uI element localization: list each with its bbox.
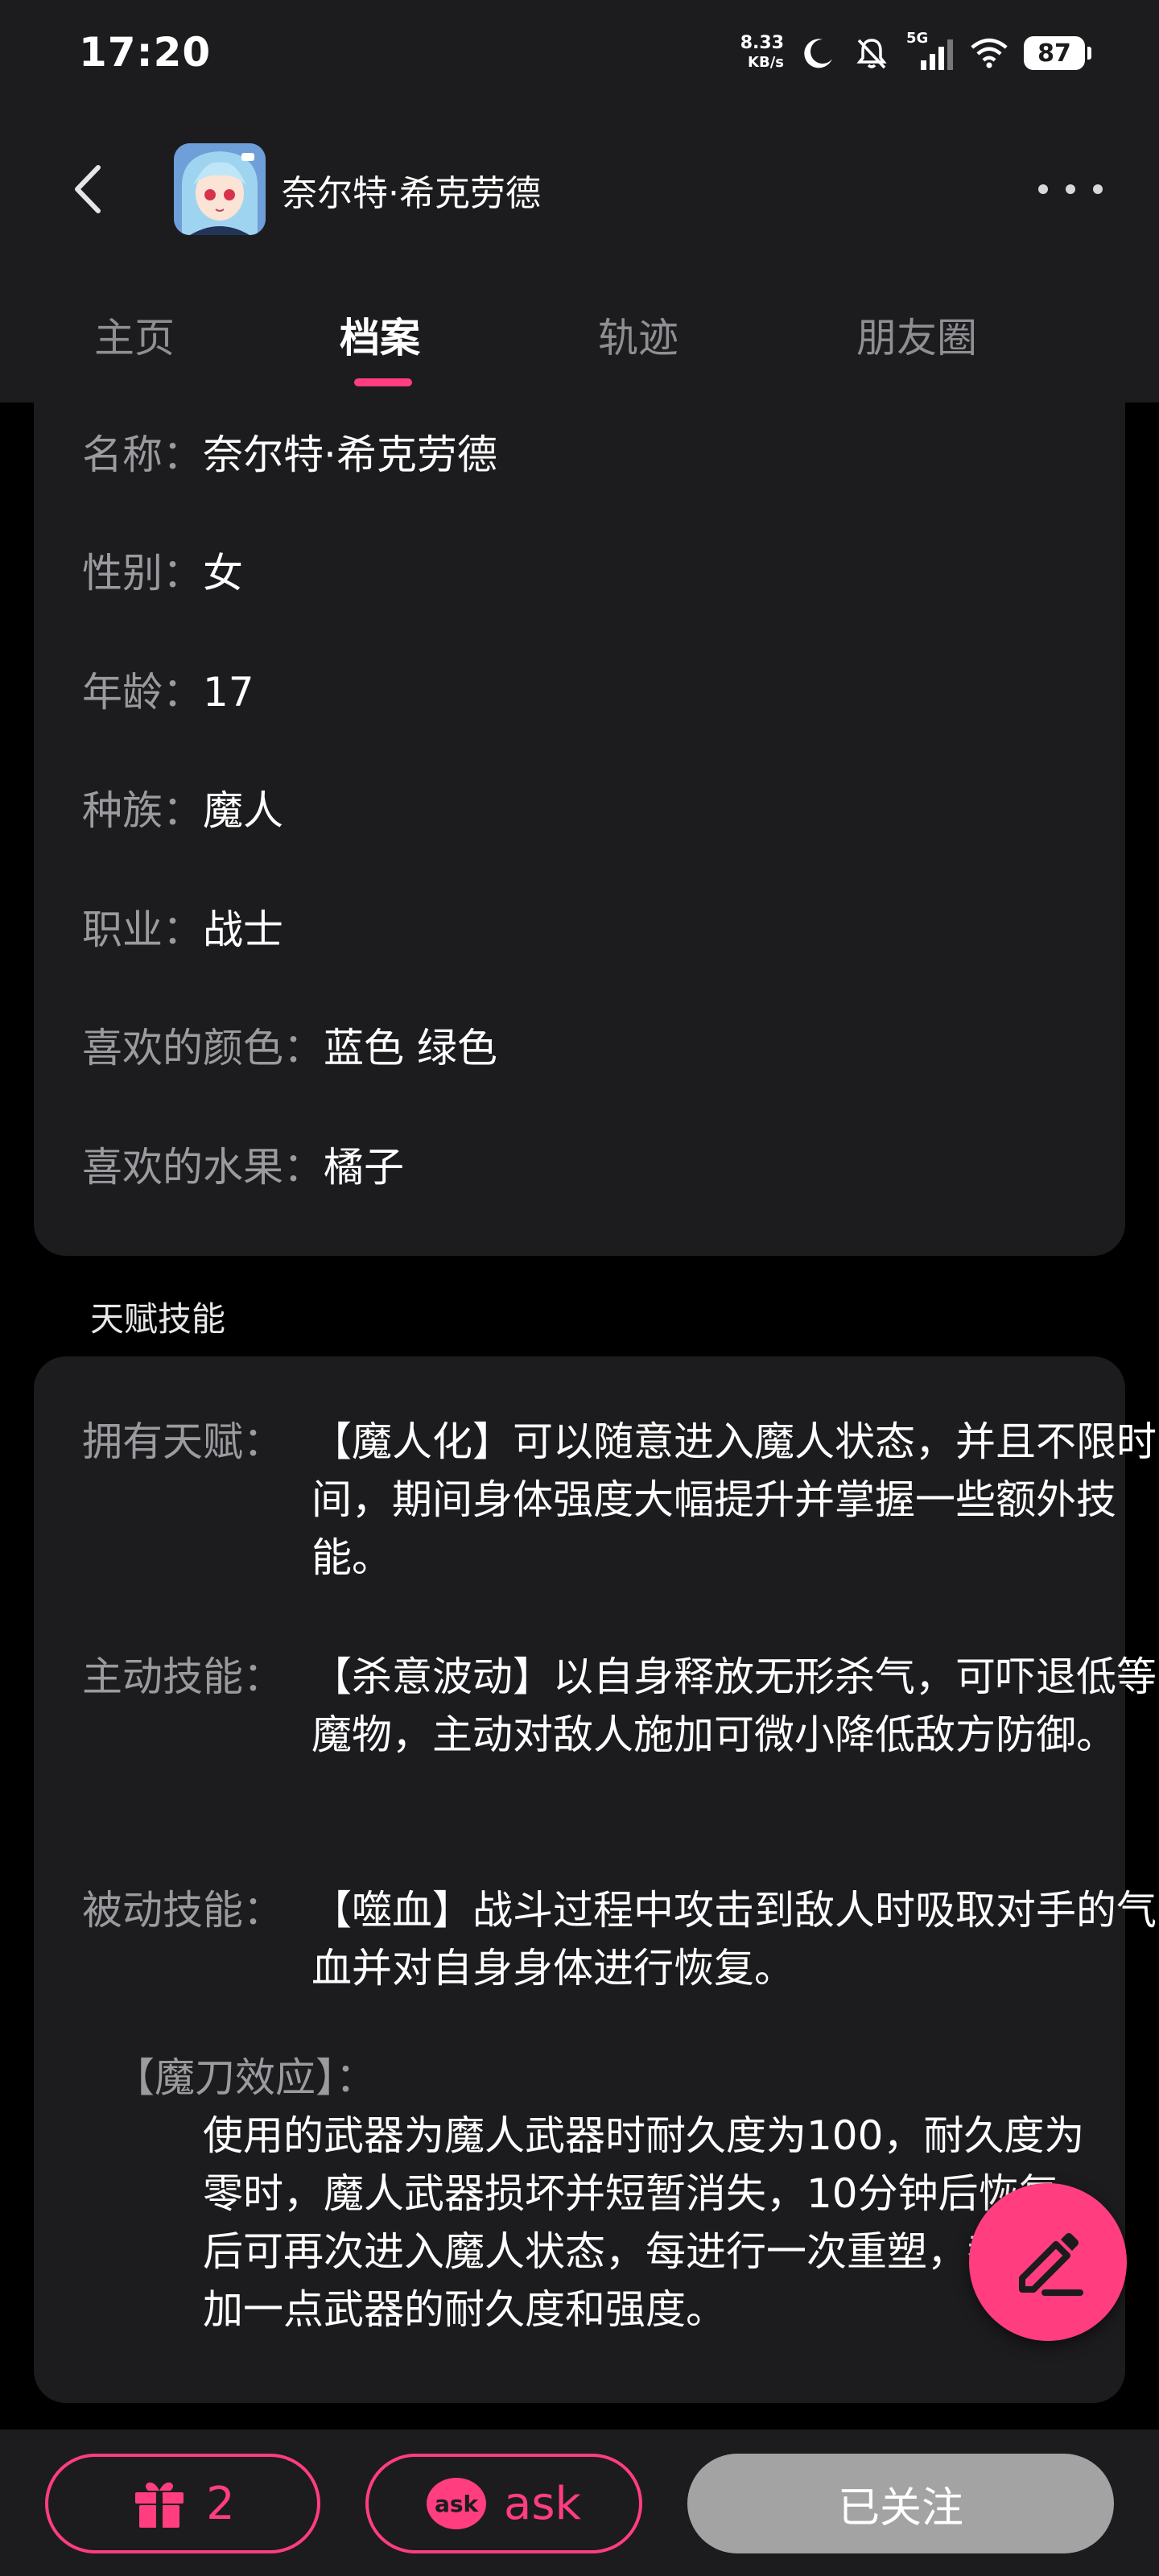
profile-row-fruit: 喜欢的水果：橘子	[82, 1144, 404, 1191]
speed-value: 8.33	[740, 33, 784, 53]
section-title-talents: 天赋技能	[90, 1299, 226, 1339]
back-icon	[75, 165, 101, 213]
profile-row-color: 喜欢的颜色：蓝色 绿色	[82, 1025, 497, 1071]
more-button[interactable]	[1038, 165, 1103, 213]
mute-bell-icon	[853, 35, 890, 72]
bottom-action-bar: 2 ask ask 已关注	[0, 2429, 1159, 2576]
network-type: 5G	[906, 30, 929, 47]
top-header: 17:20 8.33 KB/s 5G 87 奈尔特·希克劳德 主页 档案 轨迹 …	[0, 0, 1159, 402]
character-name: 奈尔特·希克劳德	[282, 173, 541, 214]
follow-button[interactable]: 已关注	[687, 2454, 1114, 2553]
profile-row-job: 职业：战士	[82, 906, 283, 953]
edit-button[interactable]	[969, 2183, 1127, 2341]
gift-button[interactable]: 2	[45, 2454, 320, 2553]
profile-page: 17:20 8.33 KB/s 5G 87 奈尔特·希克劳德 主页 档案 轨迹 …	[0, 0, 1159, 2576]
profile-row-gender: 性别：女	[82, 550, 243, 597]
profile-card: 名称：奈尔特·希克劳德 性别：女 年龄：17 种族：魔人 职业：战士 喜欢的颜色…	[34, 354, 1125, 1256]
profile-row-race: 种族：魔人	[82, 787, 283, 834]
gift-count: 2	[206, 2477, 235, 2530]
active-tab-indicator	[354, 378, 412, 386]
signal-icon: 5G	[906, 30, 955, 73]
status-time: 17:20	[79, 29, 212, 76]
ask-icon: ask	[427, 2478, 487, 2529]
profile-tabs: 主页 档案 轨迹 朋友圈	[0, 290, 1159, 402]
gift-icon	[135, 2482, 184, 2528]
speed-unit: KB/s	[748, 54, 784, 71]
pencil-icon	[1019, 2233, 1083, 2296]
nav-header: 奈尔特·希克劳德	[0, 137, 1159, 242]
battery-icon: 87	[1024, 36, 1091, 70]
character-portrait-icon	[174, 143, 266, 235]
tab-archive[interactable]: 档案	[340, 306, 420, 364]
profile-row-name: 名称：奈尔特·希克劳德	[82, 431, 497, 478]
more-icon	[1038, 184, 1048, 194]
skill-demon-blade: 【魔刀效应】： 使用的武器为魔人武器时耐久度为100，耐久度为零时，魔人武器损坏…	[114, 2054, 1099, 2333]
ask-label: ask	[504, 2477, 581, 2530]
back-button[interactable]	[60, 161, 116, 217]
avatar[interactable]	[174, 143, 266, 235]
tab-trajectory[interactable]: 轨迹	[598, 306, 678, 364]
moon-icon	[800, 35, 837, 72]
status-bar: 17:20 8.33 KB/s 5G 87	[0, 0, 1159, 105]
status-icons: 8.33 KB/s 5G 87	[740, 29, 1091, 77]
network-speed: 8.33 KB/s	[740, 34, 784, 72]
tab-moments[interactable]: 朋友圈	[856, 306, 977, 364]
tab-home[interactable]: 主页	[94, 306, 175, 364]
wifi-icon	[971, 35, 1008, 72]
ask-button[interactable]: ask ask	[365, 2454, 642, 2553]
profile-row-age: 年龄：17	[82, 669, 254, 716]
talents-card: 拥有天赋： 【魔人化】可以随意进入魔人状态，并且不限时间，期间身体强度大幅提升并…	[34, 1356, 1157, 2403]
